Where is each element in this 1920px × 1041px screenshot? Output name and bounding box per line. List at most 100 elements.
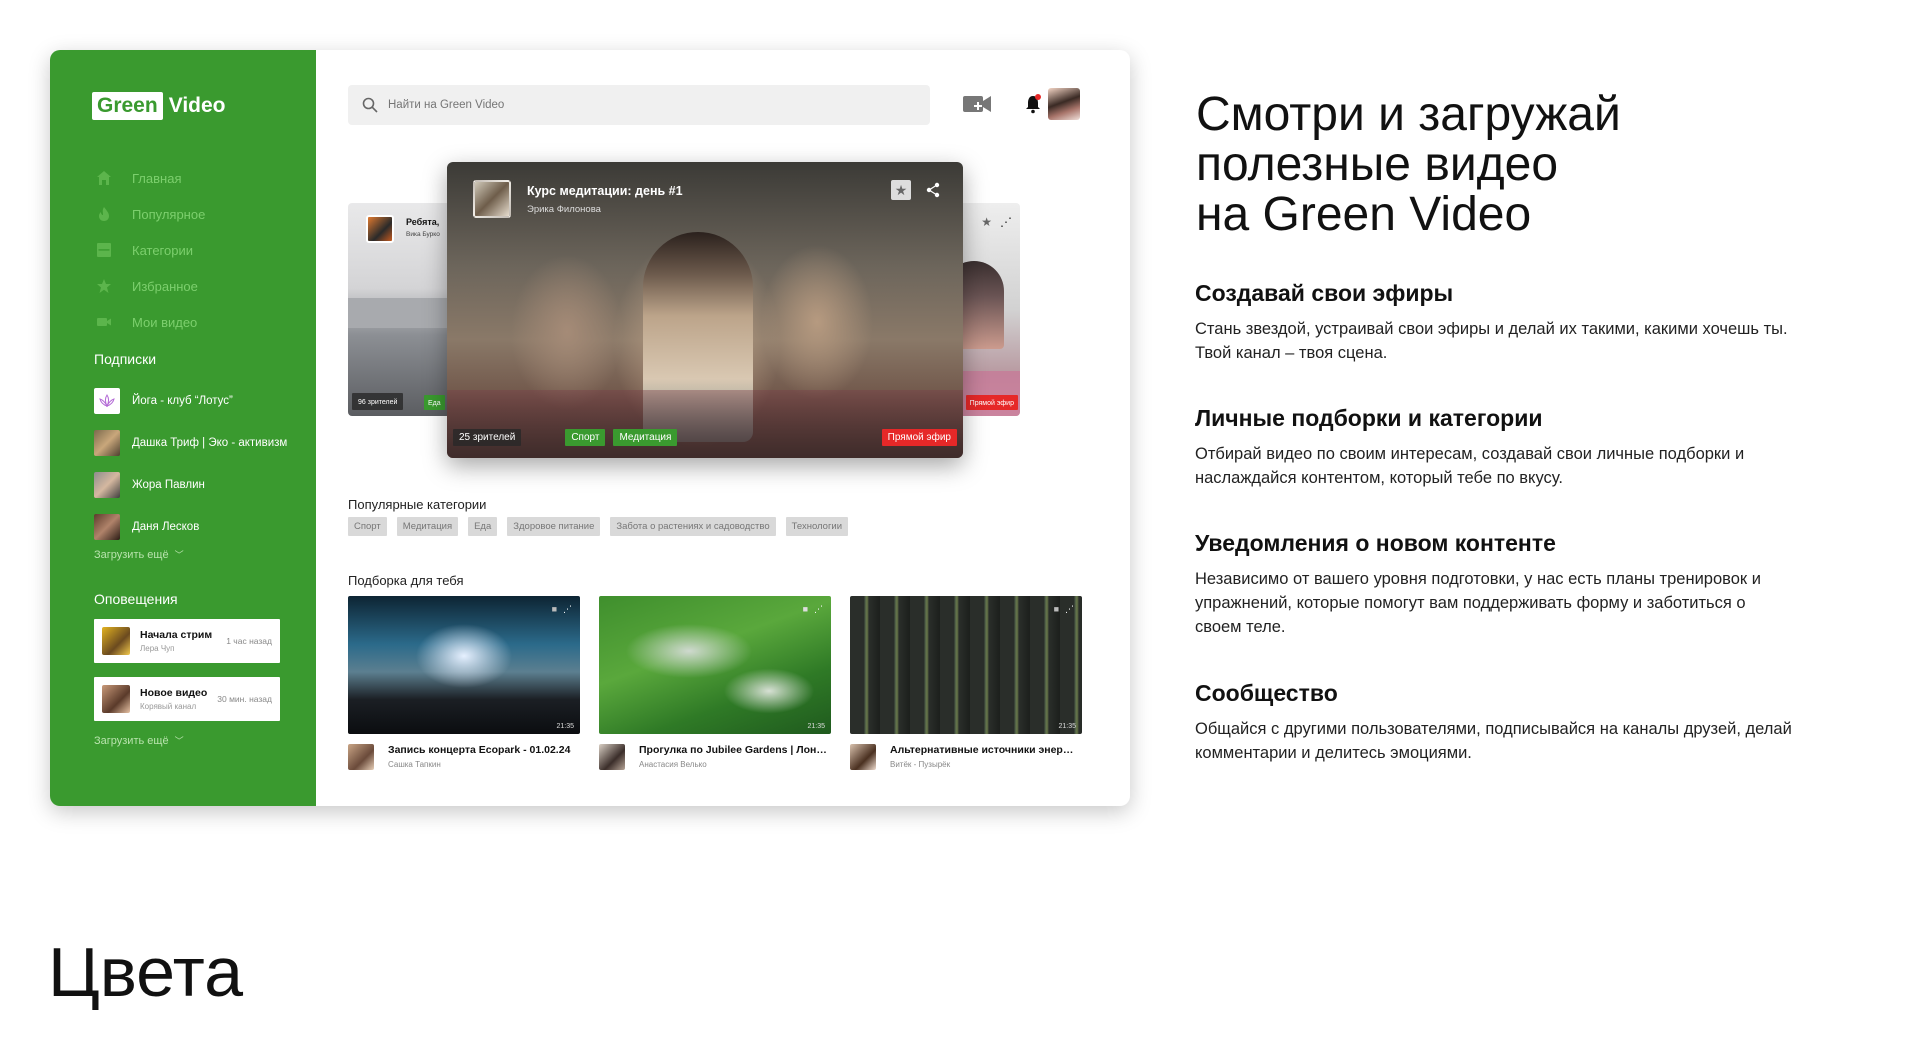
load-more-subscriptions[interactable]: Загрузить ещё ﹀ (94, 548, 184, 561)
load-more-label: Загрузить ещё (94, 735, 169, 747)
load-more-label: Загрузить ещё (94, 549, 169, 561)
avatar (366, 215, 394, 243)
avatar (473, 180, 511, 218)
popular-categories-title: Популярные категории (348, 497, 487, 512)
search-bar[interactable] (348, 85, 930, 125)
feature-text: Стань звездой, устраивай свои эфиры и де… (1195, 320, 1788, 362)
video-card[interactable]: ■ ⋰ 21:35 Альтернативные источники энер… … (850, 596, 1082, 770)
notification-title: Новое видео (140, 687, 208, 699)
hero-line: Смотри и загружай (1196, 88, 1621, 141)
avatar (850, 744, 876, 770)
chevron-down-icon: ﹀ (174, 736, 184, 746)
search-icon (362, 97, 378, 113)
star-icon[interactable]: ★ (891, 180, 911, 200)
card-title: Ребята, (406, 217, 440, 227)
video-card[interactable]: ■ ⋰ 21:35 Прогулка по Jubilee Gardens | Л… (599, 596, 831, 770)
avatar (94, 472, 120, 498)
feature-title: Создавай свои эфиры (1195, 280, 1454, 306)
live-badge: Прямой эфир (881, 429, 957, 446)
video-card[interactable]: ■ ⋰ 21:35 Запись концерта Ecopark - 01.02… (348, 596, 580, 770)
avatar (102, 685, 130, 713)
recommendations-title: Подборка для тебя (348, 573, 464, 588)
avatar (102, 627, 130, 655)
featured-stream-card[interactable]: Курс медитации: день #1 Эрика Филонова ★… (447, 162, 963, 458)
star-icon (97, 279, 111, 293)
video-title: Альтернативные источники энер… (890, 744, 1074, 756)
video-actions: ■ ⋰ (1054, 604, 1074, 615)
hero-title: Смотри и загружай полезные видео на Gree… (1196, 90, 1796, 240)
sidebar-item-categories[interactable]: Категории (96, 232, 205, 268)
subscription-item[interactable]: Дашка Триф | Эко - активизм (94, 422, 287, 464)
video-actions: ■ ⋰ (803, 604, 823, 615)
category-chip[interactable]: Технологии (785, 517, 849, 536)
sidebar-item-my-videos[interactable]: Мои видео (96, 304, 205, 340)
app-window: Green Video Главная Популярное Категории… (50, 50, 1130, 806)
sidebar-item-label: Главная (132, 170, 182, 186)
share-icon[interactable]: ⋰ (563, 604, 572, 615)
notification-item[interactable]: Начала стрим Лера Чуп 1 час назад (94, 619, 280, 663)
video-title: Прогулка по Jubilee Gardens | Лон… (639, 744, 827, 756)
subscriptions-list: Йога - клуб “Лотус” Дашка Триф | Эко - а… (94, 380, 287, 548)
stream-card-left[interactable]: Ребята, Вика Бурко 96 зрителей Еда (348, 203, 458, 416)
sidebar-item-popular[interactable]: Популярное (96, 196, 205, 232)
feature-title: Личные подборки и категории (1195, 405, 1543, 431)
subscription-name: Даня Лесков (132, 521, 200, 533)
category-chip[interactable]: Спорт (348, 517, 387, 536)
bell-icon[interactable] (1024, 94, 1042, 114)
star-icon[interactable]: ■ (552, 604, 557, 615)
category-chip[interactable]: Забота о растениях и садоводство (610, 517, 776, 536)
grid-icon (97, 243, 111, 257)
viewers-badge: 25 зрителей (453, 429, 522, 446)
category-list: Спорт Медитация Еда Здоровое питание Заб… (348, 517, 858, 536)
subscriptions-title: Подписки (94, 351, 157, 367)
star-icon[interactable]: ■ (803, 604, 808, 615)
sidebar-nav: Главная Популярное Категории Избранное М… (96, 160, 205, 340)
subscription-item[interactable]: Йога - клуб “Лотус” (94, 380, 287, 422)
subscription-item[interactable]: Жора Павлин (94, 464, 287, 506)
tag-badge[interactable]: Медитация (613, 429, 678, 446)
category-chip[interactable]: Здоровое питание (507, 517, 601, 536)
sidebar-item-label: Популярное (132, 206, 206, 222)
avatar (348, 744, 374, 770)
logo[interactable]: Green Video (92, 92, 226, 120)
duration: 21:35 (1058, 723, 1076, 730)
logo-text: Video (168, 94, 226, 117)
star-icon[interactable]: ★ (981, 215, 992, 229)
share-icon[interactable]: ⋰ (814, 604, 823, 615)
video-thumbnail: ■ ⋰ 21:35 (348, 596, 580, 734)
featured-badges: 25 зрителей Спорт Медитация (453, 429, 678, 446)
featured-title: Курс медитации: день #1 (527, 184, 683, 198)
video-meta: Прогулка по Jubilee Gardens | Лон… Анаст… (599, 744, 831, 770)
star-icon[interactable]: ■ (1054, 604, 1059, 615)
search-input[interactable] (388, 99, 888, 111)
share-icon[interactable] (925, 182, 941, 198)
floor-mats (447, 390, 963, 458)
featured-author: Эрика Филонова (527, 204, 601, 215)
share-icon[interactable]: ⋰ (1000, 215, 1012, 229)
featured-actions: ★ (891, 180, 941, 200)
user-avatar[interactable] (1048, 88, 1080, 120)
feature-title: Уведомления о новом контенте (1195, 530, 1556, 556)
sidebar: Green Video Главная Популярное Категории… (50, 50, 316, 806)
category-chip[interactable]: Еда (468, 517, 498, 536)
sidebar-item-label: Мои видео (132, 314, 198, 330)
kitchen-counter (348, 298, 458, 328)
notification-item[interactable]: Новое видео Корявый канал 30 мин. назад (94, 677, 280, 721)
sidebar-item-label: Категории (132, 242, 193, 258)
video-thumbnail: ■ ⋰ 21:35 (599, 596, 831, 734)
feature-text: Общайся с другими пользователями, подпис… (1195, 720, 1792, 762)
sidebar-item-home[interactable]: Главная (96, 160, 205, 196)
tag-badge[interactable]: Спорт (565, 429, 606, 446)
add-video-icon[interactable] (962, 93, 992, 115)
share-icon[interactable]: ⋰ (1065, 604, 1074, 615)
sidebar-item-favorites[interactable]: Избранное (96, 268, 205, 304)
home-icon (97, 171, 111, 185)
subscription-item[interactable]: Даня Лесков (94, 506, 287, 548)
duration: 21:35 (807, 723, 825, 730)
subscription-name: Йога - клуб “Лотус” (132, 395, 233, 407)
feature-text: Независимо от вашего уровня подготовки, … (1195, 570, 1761, 636)
notification-title: Начала стрим (140, 629, 213, 641)
load-more-notifications[interactable]: Загрузить ещё ﹀ (94, 734, 184, 747)
category-chip[interactable]: Медитация (396, 517, 459, 536)
feature-text: Отбирай видео по своим интересам, создав… (1195, 445, 1745, 487)
